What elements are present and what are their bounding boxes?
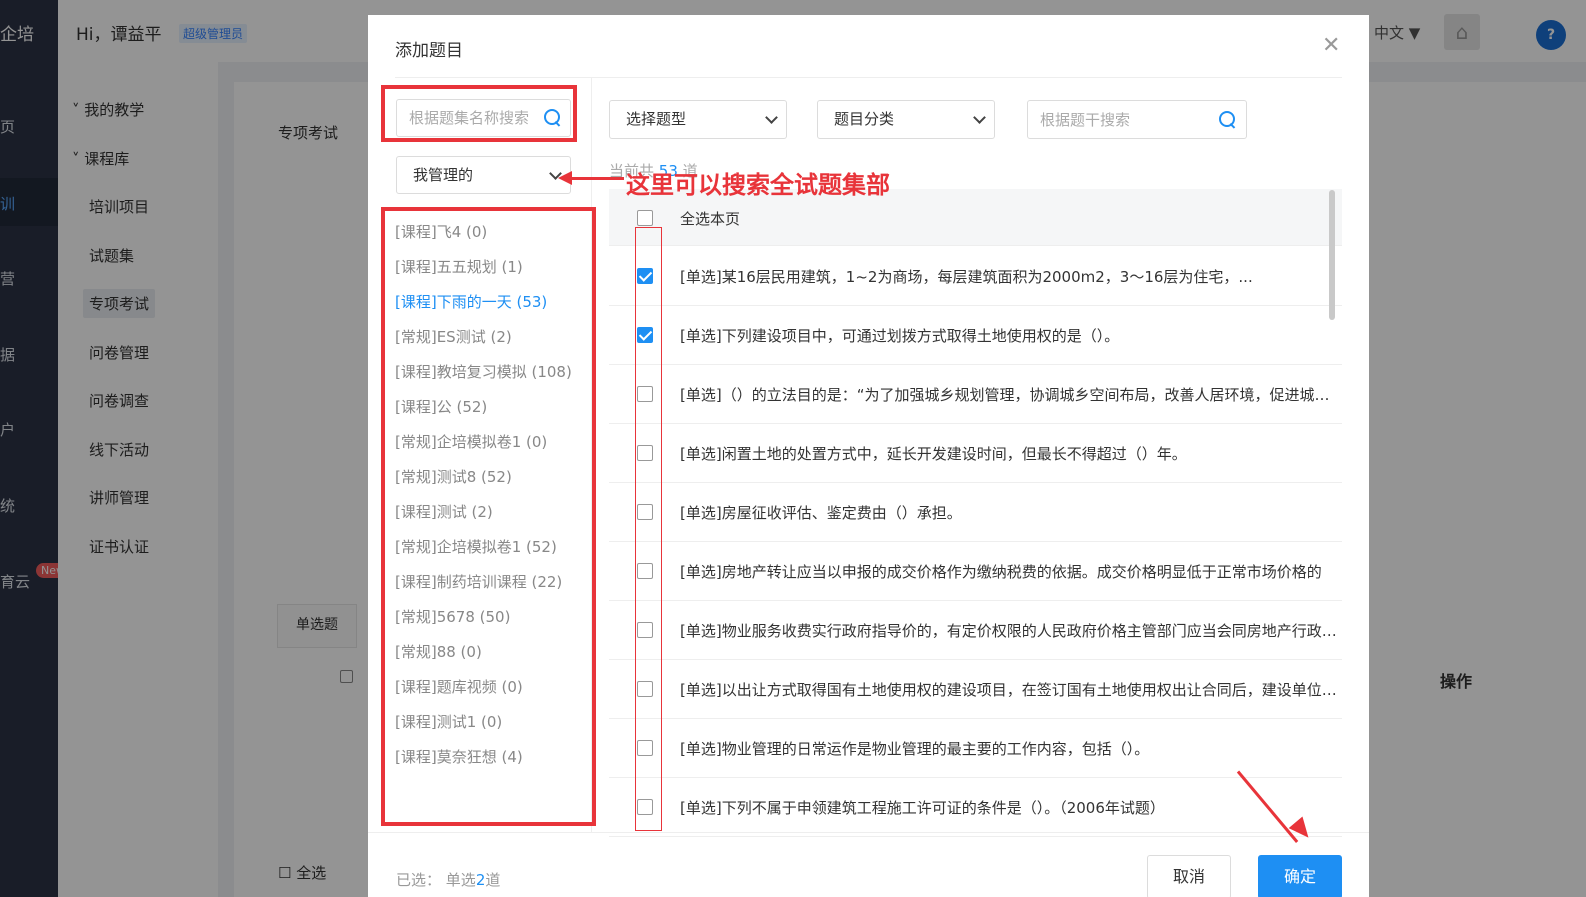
question-text: [单选]房屋征收评估、鉴定费由（）承担。 — [680, 504, 962, 522]
scope-select-value: 我管理的 — [413, 166, 474, 184]
category-select[interactable]: 题目分类 — [817, 100, 995, 139]
confirm-button[interactable]: 确定 — [1258, 855, 1342, 897]
cancel-button[interactable]: 取消 — [1147, 855, 1231, 897]
question-table: 全选本页 [单选]某16层民用建筑，1~2为商场，每层建筑面积为2000m2，3… — [609, 189, 1342, 839]
search-icon[interactable] — [1219, 111, 1237, 129]
selected-prefix: 已选： — [396, 871, 442, 889]
list-item[interactable]: [课程]下雨的一天 (53) — [395, 291, 547, 312]
table-row[interactable]: [单选]（）的立法目的是：“为了加强城乡规划管理，协调城乡空间布局，改善人居环境… — [609, 365, 1342, 424]
scope-select[interactable]: 我管理的 — [396, 156, 571, 194]
list-item[interactable]: [课程]莫奈狂想 (4) — [395, 746, 523, 767]
table-row[interactable]: [单选]房地产转让应当以申报的成交价格作为缴纳税费的依据。成交价格明显低于正常市… — [609, 542, 1342, 601]
selected-count: 2 — [475, 871, 486, 889]
arrow-head-icon — [558, 171, 572, 185]
selected-suffix: 道 — [485, 871, 501, 889]
select-page-label: 全选本页 — [680, 210, 741, 228]
question-checkbox[interactable] — [637, 681, 653, 697]
list-item[interactable]: [常规]测试8 (52) — [395, 466, 512, 487]
question-type-select[interactable]: 选择题型 — [609, 100, 787, 139]
question-text: [单选]物业服务收费实行政府指导价的，有定价权限的人民政府价格主管部门应当会同房… — [680, 622, 1340, 640]
scrollbar[interactable] — [1329, 190, 1335, 320]
chevron-down-icon — [973, 111, 986, 124]
category-value: 题目分类 — [834, 110, 895, 128]
question-text: [单选]以出让方式取得国有土地使用权的建设项目，在签订国有土地使用权出让合同后，… — [680, 681, 1340, 699]
question-checkbox[interactable] — [637, 445, 653, 461]
dialog-title: 添加题目 — [395, 41, 463, 61]
list-item[interactable]: [常规]5678 (50) — [395, 606, 510, 627]
question-type-value: 选择题型 — [626, 110, 687, 128]
table-row[interactable]: [单选]房屋征收评估、鉴定费由（）承担。 — [609, 483, 1342, 542]
list-item[interactable]: [课程]制药培训课程 (22) — [395, 571, 562, 592]
question-set-pane: 我管理的 [课程]飞4 (0) [课程]五五规划 (1) [课程]下雨的一天 (… — [368, 78, 592, 832]
dialog-footer: 已选： 单选2道 取消 确定 — [368, 832, 1369, 897]
search-icon[interactable] — [544, 109, 562, 127]
list-item[interactable]: [课程]五五规划 (1) — [395, 256, 523, 277]
table-row[interactable]: [单选]物业服务收费实行政府指导价的，有定价权限的人民政府价格主管部门应当会同房… — [609, 601, 1342, 660]
table-row[interactable]: [单选]下列不属于申领建筑工程施工许可证的条件是（）。（2006年试题） — [609, 778, 1342, 837]
list-item[interactable]: [常规]企培模拟卷1 (52) — [395, 536, 557, 557]
table-row[interactable]: [单选]以出让方式取得国有土地使用权的建设项目，在签订国有土地使用权出让合同后，… — [609, 660, 1342, 719]
table-row[interactable]: [单选]物业管理的日常运作是物业管理的最主要的工作内容，包括（）。 — [609, 719, 1342, 778]
question-checkbox[interactable] — [637, 563, 653, 579]
question-checkbox[interactable] — [637, 327, 653, 343]
selected-type: 单选 — [445, 871, 476, 889]
annotation-arrow — [566, 177, 624, 180]
add-question-dialog: 添加题目 ✕ 我管理的 [课程]飞4 (0) [课程]五五规划 (1) [课程]… — [368, 15, 1369, 897]
question-text: [单选]房地产转让应当以申报的成交价格作为缴纳税费的依据。成交价格明显低于正常市… — [680, 563, 1322, 581]
annotation-text: 这里可以搜索全试题集部 — [626, 171, 890, 199]
close-icon[interactable]: ✕ — [1322, 33, 1340, 58]
question-checkbox[interactable] — [637, 386, 653, 402]
select-page-checkbox[interactable] — [637, 210, 653, 226]
question-text: [单选]下列不属于申领建筑工程施工许可证的条件是（）。（2006年试题） — [680, 799, 1165, 817]
list-item[interactable]: [常规]企培模拟卷1 (0) — [395, 431, 547, 452]
question-checkbox[interactable] — [637, 799, 653, 815]
question-text: [单选]物业管理的日常运作是物业管理的最主要的工作内容，包括（）。 — [680, 740, 1150, 758]
selected-summary: 已选： 单选2道 — [396, 869, 500, 890]
list-item[interactable]: [常规]ES测试 (2) — [395, 326, 512, 347]
question-text: [单选]下列建设项目中，可通过划拨方式取得土地使用权的是（）。 — [680, 327, 1120, 345]
list-item[interactable]: [常规]88 (0) — [395, 641, 482, 662]
list-item[interactable]: [课程]测试 (2) — [395, 501, 493, 522]
list-item[interactable]: [课程]题库视频 (0) — [395, 676, 523, 697]
list-item[interactable]: [课程]飞4 (0) — [395, 221, 487, 242]
table-row[interactable]: [单选]下列建设项目中，可通过划拨方式取得土地使用权的是（）。 — [609, 306, 1342, 365]
question-checkbox[interactable] — [637, 504, 653, 520]
list-item[interactable]: [课程]教培复习模拟 (108) — [395, 361, 572, 382]
question-stem-search-input[interactable] — [1027, 100, 1247, 139]
question-set-list: [课程]飞4 (0) [课程]五五规划 (1) [课程]下雨的一天 (53) [… — [395, 221, 585, 851]
question-checkbox[interactable] — [637, 740, 653, 756]
question-text: [单选]闲置土地的处置方式中，延长开发建设时间，但最长不得超过（）年。 — [680, 445, 1187, 463]
table-row[interactable]: [单选]闲置土地的处置方式中，延长开发建设时间，但最长不得超过（）年。 — [609, 424, 1342, 483]
table-row[interactable]: [单选]某16层民用建筑，1~2为商场，每层建筑面积为2000m2，3～16层为… — [609, 247, 1342, 306]
question-checkbox[interactable] — [637, 622, 653, 638]
list-item[interactable]: [课程]公 (52) — [395, 396, 487, 417]
question-text: [单选]某16层民用建筑，1~2为商场，每层建筑面积为2000m2，3～16层为… — [680, 268, 1253, 286]
question-checkbox[interactable] — [637, 268, 653, 284]
list-item[interactable]: [课程]测试1 (0) — [395, 711, 502, 732]
chevron-down-icon — [765, 111, 778, 124]
question-text: [单选]（）的立法目的是：“为了加强城乡规划管理，协调城乡空间布局，改善人居环境… — [680, 386, 1340, 404]
